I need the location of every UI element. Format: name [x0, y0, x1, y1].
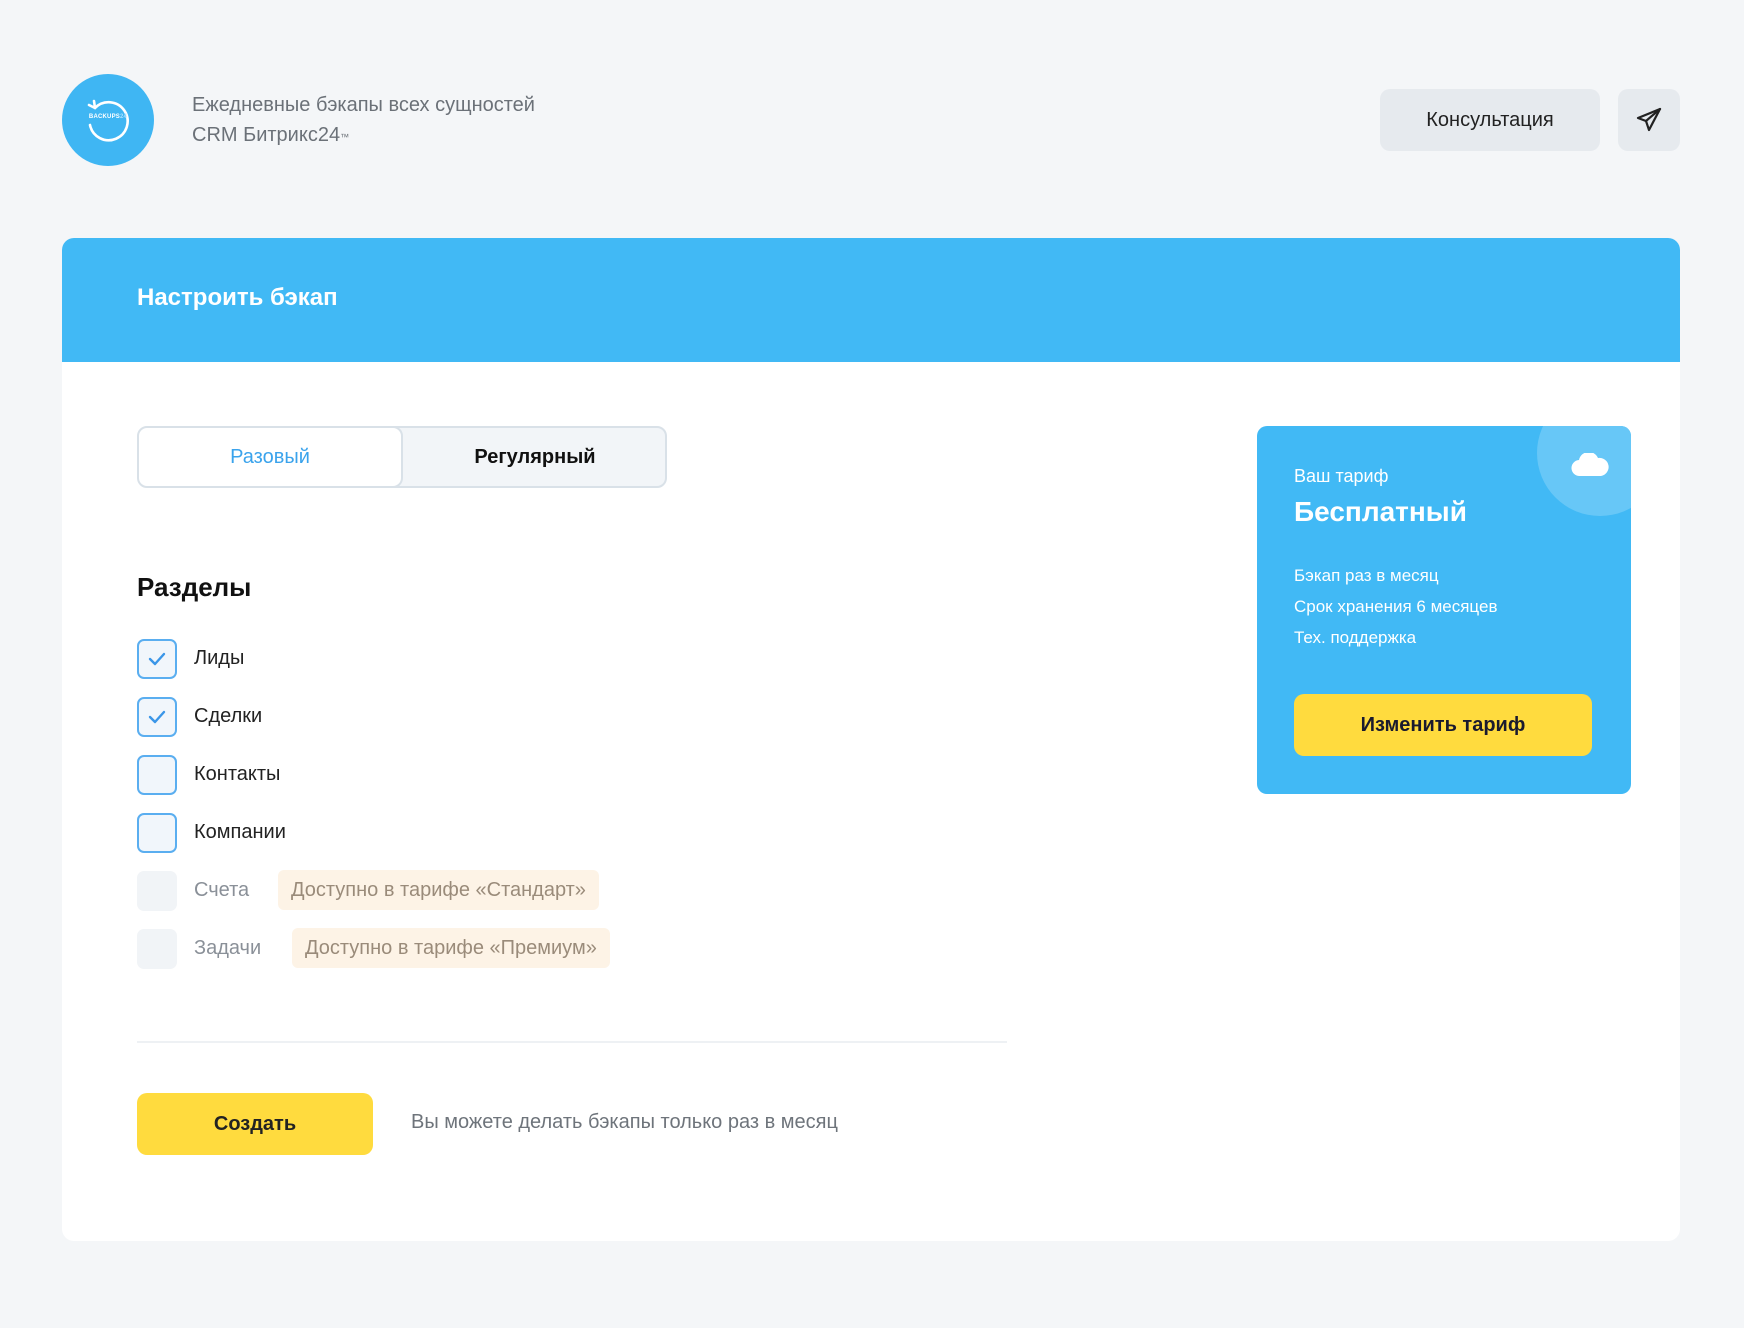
plan-availability-badge: Доступно в тарифе «Премиум» [292, 928, 610, 968]
checkmark-icon [148, 710, 166, 724]
tariff-name: Бесплатный [1294, 496, 1467, 527]
section-label: Лиды [194, 647, 245, 669]
section-row-deals: Сделки [137, 696, 737, 738]
tagline: Ежедневные бэкапы всех сущностей CRM Бит… [192, 90, 535, 150]
section-row-invoices: Счета Доступно в тарифе «Стандарт» [137, 870, 737, 912]
section-row-contacts: Контакты [137, 754, 737, 796]
checkbox-invoices-disabled [137, 871, 177, 911]
sections-title: Разделы [137, 572, 252, 602]
tariff-panel: Ваш тариф Бесплатный Бэкап раз в месяц С… [1257, 426, 1631, 794]
tagline-line-1: Ежедневные бэкапы всех сущностей [192, 94, 535, 116]
change-tariff-button[interactable]: Изменить тариф [1294, 694, 1592, 756]
checkbox-tasks-disabled [137, 929, 177, 969]
section-label: Счета [194, 879, 250, 901]
section-label: Задачи [194, 937, 262, 959]
paper-plane-icon [1636, 107, 1662, 132]
card-title: Настроить бэкап [137, 284, 338, 311]
tab-regular[interactable]: Регулярный [403, 428, 665, 486]
tariff-feature: Срок хранения 6 месяцев [1294, 597, 1498, 616]
section-label: Контакты [194, 763, 281, 785]
backup-refresh-icon: BACKUPS24 [83, 95, 133, 145]
section-row-companies: Компании [137, 812, 737, 854]
frequency-note: Вы можете делать бэкапы только раз в мес… [411, 1111, 838, 1133]
tab-one-time[interactable]: Разовый [139, 428, 403, 486]
backup-type-switch: Разовый Регулярный [137, 426, 667, 488]
consultation-button[interactable]: Консультация [1380, 89, 1600, 151]
logo[interactable]: BACKUPS24 [62, 74, 154, 166]
tariff-feature: Бэкап раз в месяц [1294, 566, 1439, 585]
plan-availability-badge: Доступно в тарифе «Стандарт» [278, 870, 599, 910]
tariff-icon-circle [1537, 426, 1631, 516]
logo-text: BACKUPS24 [88, 114, 128, 120]
section-label: Компании [194, 821, 286, 843]
telegram-button[interactable] [1618, 89, 1680, 151]
trademark-sign: ™ [340, 132, 350, 142]
section-label: Сделки [194, 705, 263, 727]
tariff-label: Ваш тариф [1294, 466, 1389, 486]
cloud-icon [1571, 453, 1609, 477]
checkbox-leads[interactable] [137, 639, 177, 679]
section-row-leads: Лиды [137, 638, 737, 680]
header: BACKUPS24 Ежедневные бэкапы всех сущност… [62, 74, 1680, 166]
checkmark-icon [148, 652, 166, 666]
checkbox-contacts[interactable] [137, 755, 177, 795]
checkbox-deals[interactable] [137, 697, 177, 737]
checkbox-companies[interactable] [137, 813, 177, 853]
divider [137, 1041, 1007, 1043]
backup-settings-card: Настроить бэкап Разовый Регулярный Разде… [62, 238, 1680, 1241]
create-button[interactable]: Создать [137, 1093, 373, 1155]
card-header: Настроить бэкап [62, 238, 1680, 362]
tagline-line-2: CRM Битрикс24™ [192, 124, 350, 146]
section-row-tasks: Задачи Доступно в тарифе «Премиум» [137, 928, 737, 970]
tariff-feature: Тех. поддержка [1294, 628, 1417, 647]
